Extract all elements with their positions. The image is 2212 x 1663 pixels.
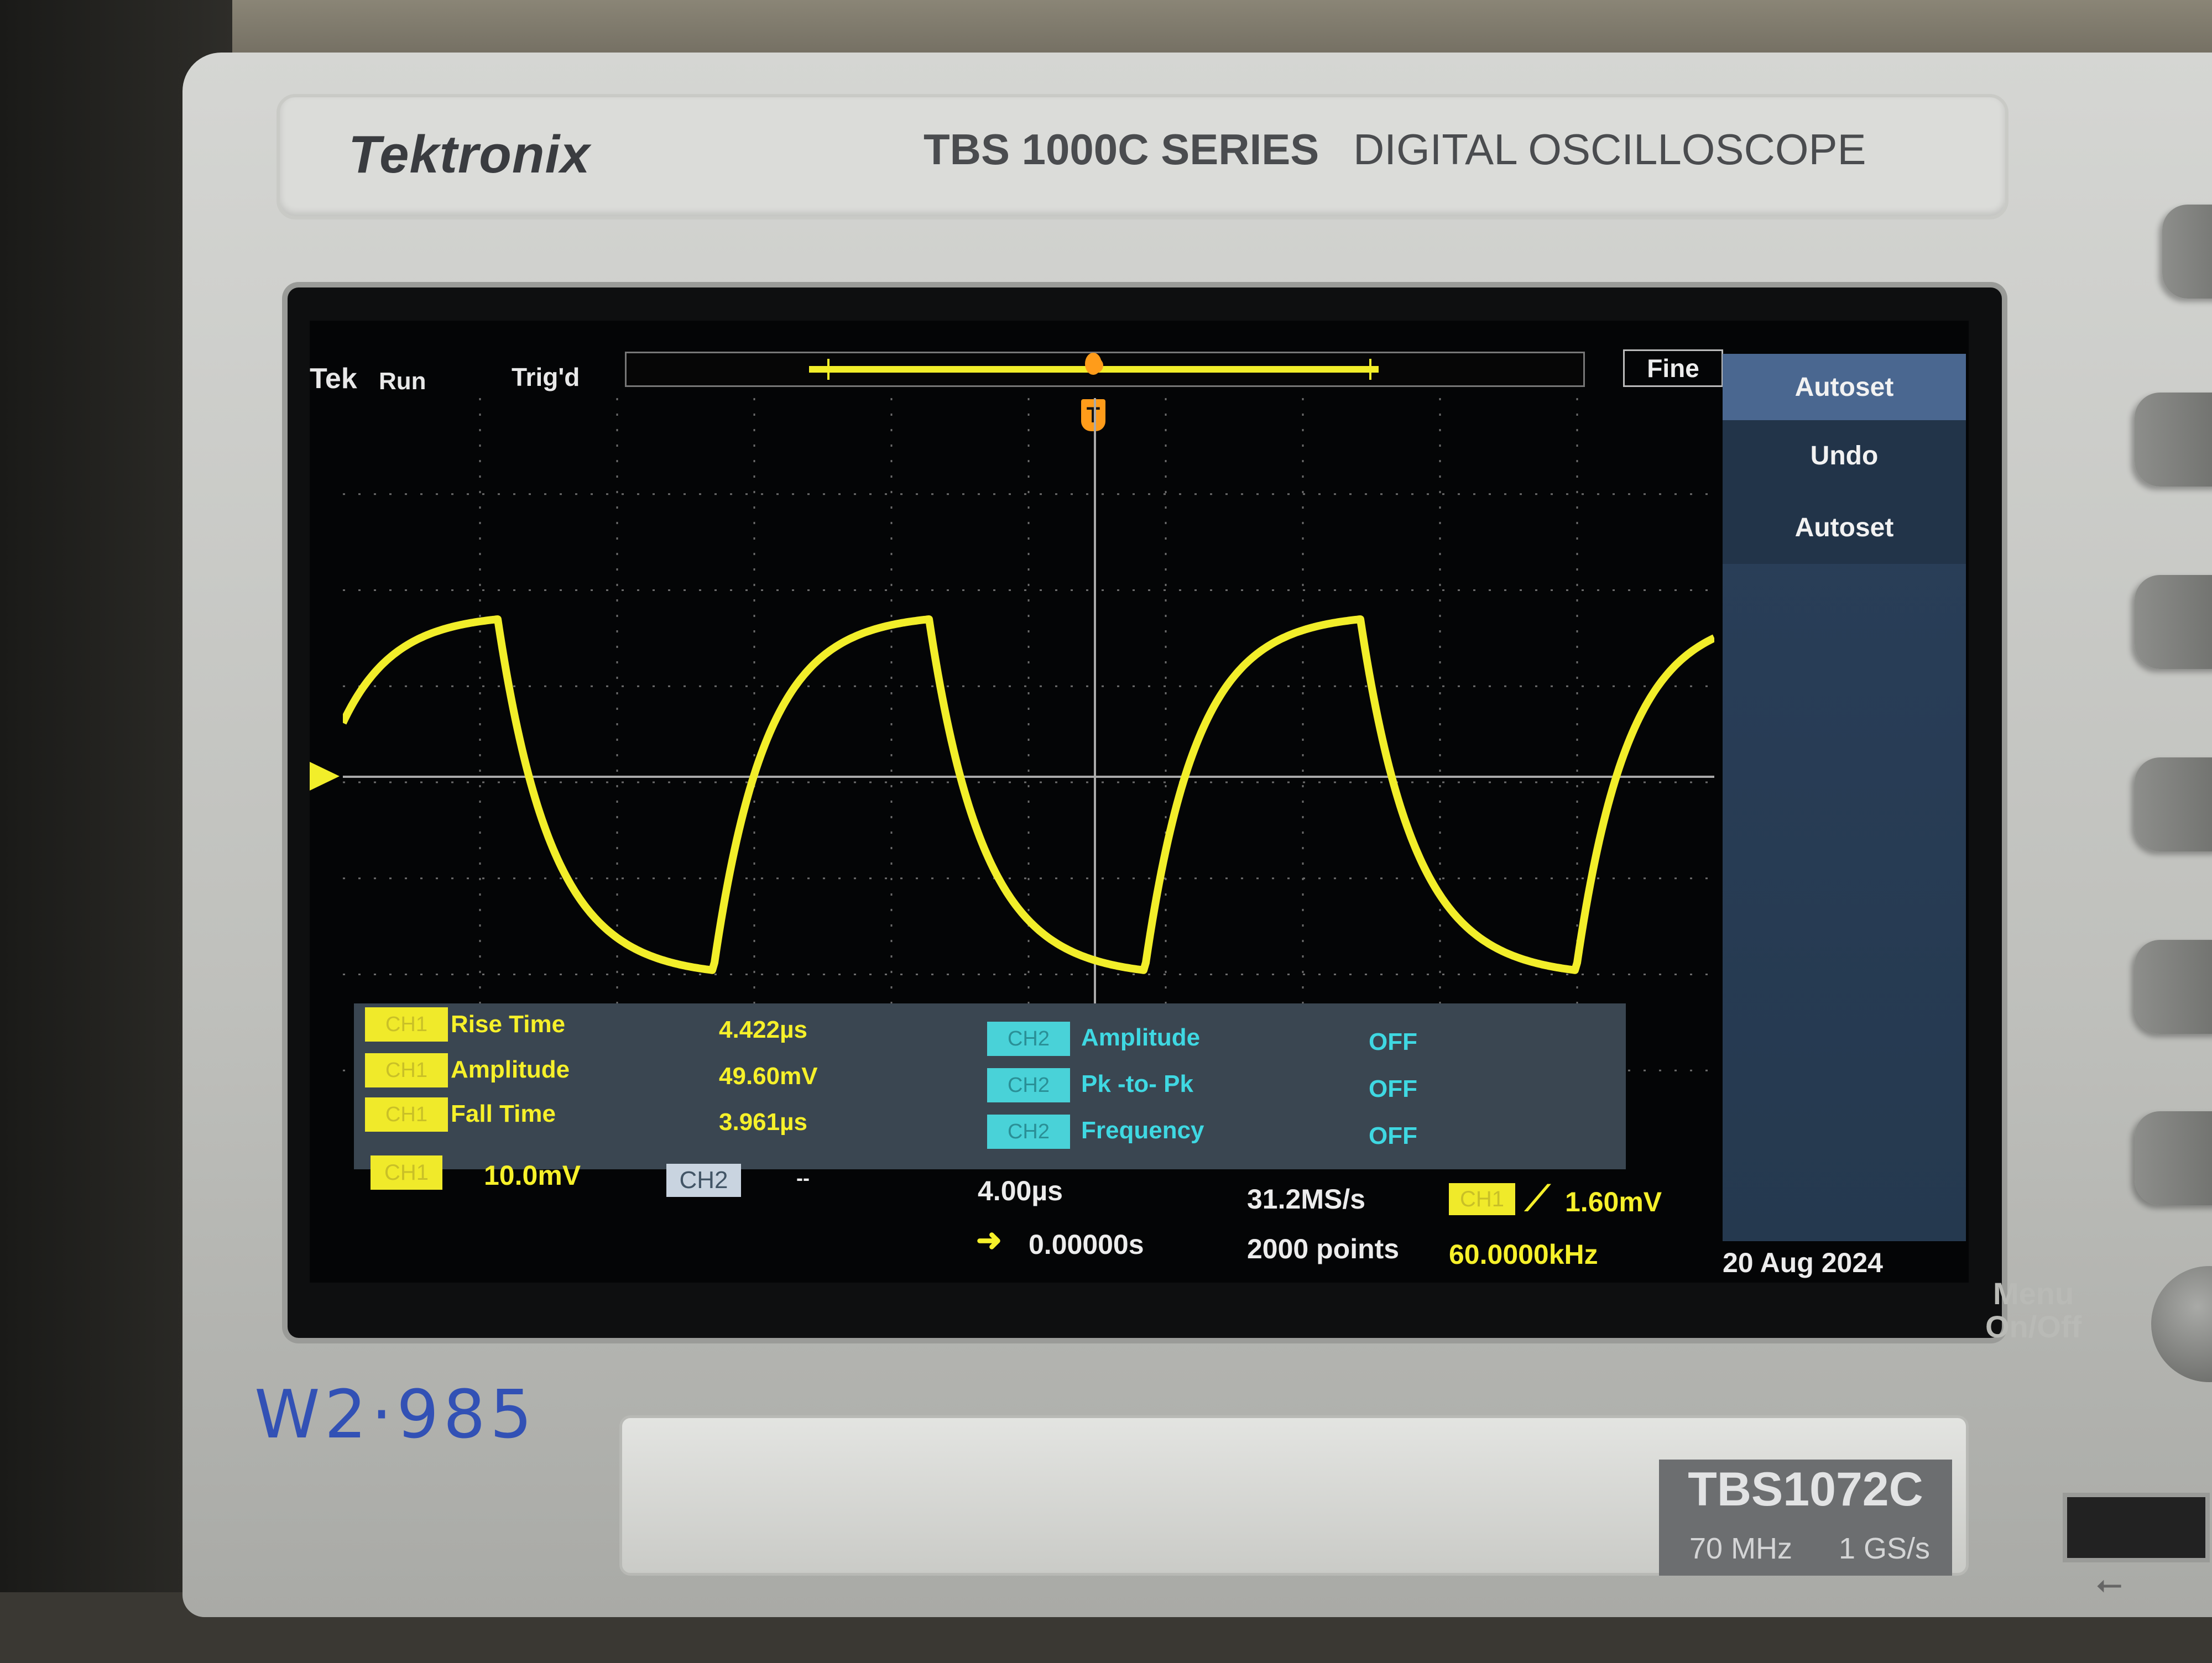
horizontal-position: 0.00000s: [1029, 1229, 1144, 1260]
meas2-source-badge: CH1: [365, 1053, 448, 1087]
ch1-ground-marker: [310, 762, 340, 791]
trigger-level: 1.60mV: [1565, 1186, 1662, 1217]
menu-on-off-label: Menu On/Off: [1985, 1277, 2081, 1343]
meas1-value: 4.422µs: [719, 1016, 807, 1043]
meas1-name: Rise Time: [451, 1011, 566, 1038]
trigger-state: Trig'd: [512, 363, 580, 391]
series-subtitle: DIGITAL OSCILLOSCOPE: [1353, 125, 1866, 174]
brand-logo: Tektronix: [348, 125, 591, 184]
meas5-source-badge: CH2: [987, 1068, 1070, 1102]
sample-rate: 31.2MS/s: [1247, 1184, 1366, 1215]
autoset-label: Autoset: [1794, 513, 1894, 542]
meas3-name: Fall Time: [451, 1100, 556, 1127]
top-right-button[interactable]: [2162, 205, 2212, 299]
menu-label-line1: Menu: [1992, 1276, 2074, 1311]
sample-rate-spec: 1 GS/s: [1839, 1532, 1931, 1565]
run-state: Run: [379, 368, 426, 395]
meas4-value: OFF: [1369, 1028, 1417, 1055]
side-button-1[interactable]: [2135, 393, 2212, 487]
undo-autoset-button[interactable]: Undo Autoset: [1723, 420, 1966, 564]
record-view-indicator: [809, 358, 1379, 380]
meas2-name: Amplitude: [451, 1056, 570, 1083]
tek-logo: Tek: [310, 363, 357, 395]
series-name: TBS 1000C SERIES: [924, 125, 1319, 174]
meas2-value: 49.60mV: [719, 1063, 818, 1090]
undo-label: Undo: [1810, 441, 1879, 470]
meas6-source-badge: CH2: [987, 1115, 1070, 1149]
series-title: TBS 1000C SERIES DIGITAL OSCILLOSCOPE: [924, 124, 1866, 175]
trigger-frequency: 60.0000kHz: [1449, 1239, 1598, 1270]
meas3-value: 3.961µs: [719, 1108, 807, 1136]
record-length: 2000 points: [1247, 1233, 1400, 1264]
side-button-3[interactable]: [2135, 757, 2212, 851]
side-button-5[interactable]: [2135, 1111, 2212, 1205]
handwritten-label: W2·985: [254, 1377, 537, 1453]
meas5-value: OFF: [1369, 1075, 1417, 1102]
side-menu-title: Autoset: [1723, 354, 1966, 420]
zoom-mode-fine[interactable]: Fine: [1623, 349, 1723, 387]
horizontal-position-icon: ➜: [976, 1222, 1002, 1257]
usb-icon: ⭠: [2096, 1565, 2122, 1602]
meas5-name: Pk -to- Pk: [1081, 1070, 1193, 1097]
meas6-name: Frequency: [1081, 1117, 1204, 1144]
meas1-source-badge: CH1: [365, 1007, 448, 1042]
meas4-name: Amplitude: [1081, 1024, 1201, 1051]
trigger-source: CH1: [1449, 1183, 1515, 1215]
date-display: 20 Aug 2024: [1723, 1247, 1883, 1278]
meas3-source-badge: CH1: [365, 1097, 448, 1132]
menu-label-line2: On/Off: [1985, 1309, 2082, 1344]
usb-port[interactable]: [2063, 1493, 2210, 1562]
rising-edge-icon: ⟋: [1525, 1178, 1550, 1218]
ch1-scale: 10.0mV: [484, 1160, 581, 1191]
bandwidth-spec: 70 MHz: [1689, 1532, 1793, 1565]
side-button-2[interactable]: [2135, 575, 2212, 669]
meas4-source-badge: CH2: [987, 1022, 1070, 1056]
trigger-position-icon: [1085, 353, 1102, 375]
record-view-bar: [625, 352, 1585, 387]
ch1-indicator[interactable]: CH1: [371, 1155, 442, 1190]
time-per-div: 4.00µs: [978, 1175, 1063, 1206]
ch2-scale: --: [796, 1167, 810, 1189]
meas6-value: OFF: [1369, 1122, 1417, 1149]
model-name: TBS1072C: [1688, 1463, 1923, 1516]
side-button-4[interactable]: [2135, 940, 2212, 1034]
ch1-trace: [343, 615, 1714, 974]
ch2-indicator[interactable]: CH2: [666, 1164, 741, 1197]
